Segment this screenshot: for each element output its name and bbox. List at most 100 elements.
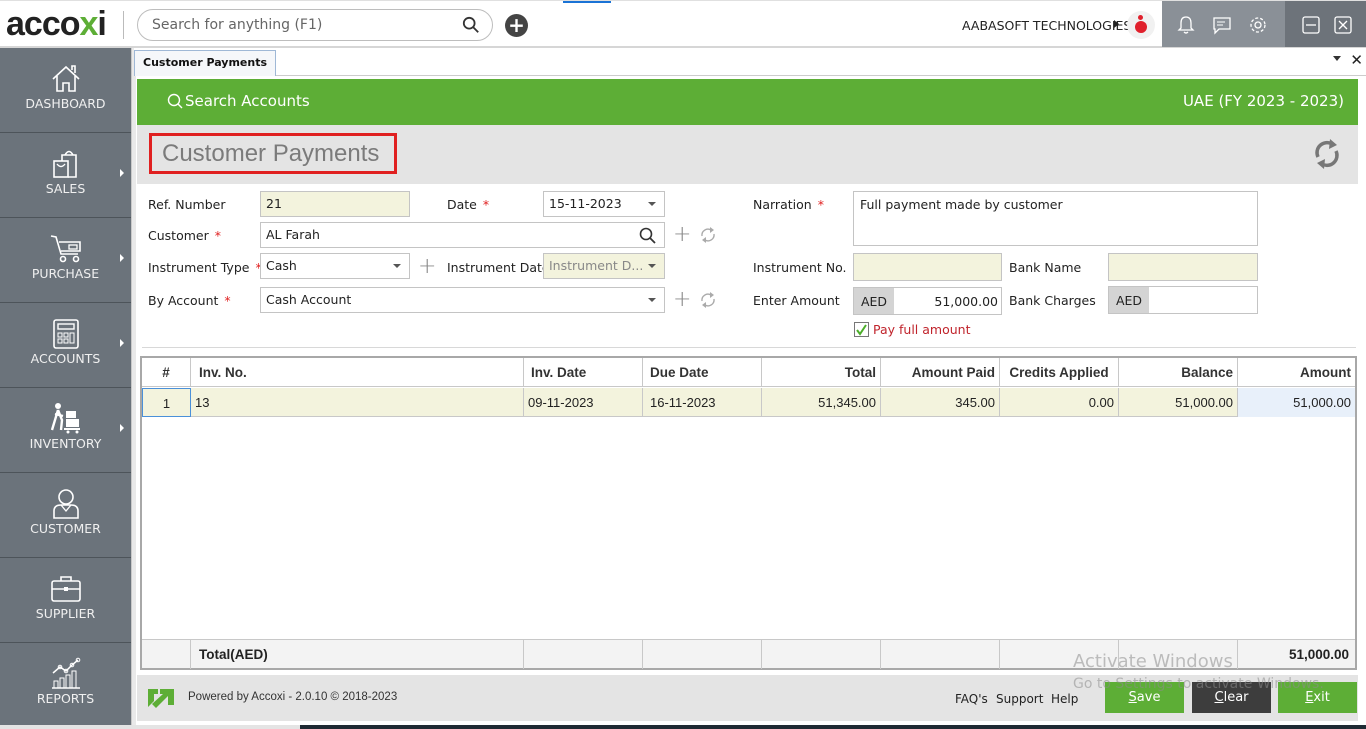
refresh-account-icon[interactable] xyxy=(699,291,717,309)
total-cell-empty xyxy=(524,640,643,669)
instrument-no-field[interactable] xyxy=(853,253,1002,281)
sidebar-item-supplier[interactable]: SUPPLIER xyxy=(0,558,131,643)
cell-inv-no[interactable]: 13 xyxy=(191,388,524,417)
sidebar: DASHBOARD SALES PURCHASE ACCOUNTS INVENT… xyxy=(0,48,131,729)
column-header-due-date[interactable]: Due Date xyxy=(643,358,762,387)
cell-inv-date[interactable]: 09-11-2023 xyxy=(524,388,643,417)
column-header-amount-paid[interactable]: Amount Paid xyxy=(881,358,1000,387)
cell-number[interactable]: 1 xyxy=(142,388,191,417)
page-title: Customer Payments xyxy=(162,140,380,167)
cell-total[interactable]: 51,345.00 xyxy=(762,388,881,417)
sidebar-item-accounts[interactable]: ACCOUNTS xyxy=(0,303,131,388)
add-instrument-type-icon[interactable]: + xyxy=(418,256,436,278)
column-header-balance[interactable]: Balance xyxy=(1119,358,1238,387)
caret-right-icon[interactable] xyxy=(1114,20,1119,28)
minimize-icon[interactable] xyxy=(1301,15,1321,35)
column-header-inv-no[interactable]: Inv. No. xyxy=(191,358,524,387)
refresh-customer-icon[interactable] xyxy=(699,226,717,244)
briefcase-icon xyxy=(51,576,81,602)
close-icon[interactable] xyxy=(1333,15,1353,35)
enter-amount-label: Enter Amount xyxy=(753,293,840,308)
cell-credits-applied[interactable]: 0.00 xyxy=(1000,388,1119,417)
gear-icon[interactable] xyxy=(1248,15,1268,35)
search-icon[interactable] xyxy=(639,227,656,244)
help-link[interactable]: Help xyxy=(1051,692,1078,706)
chevron-down-icon[interactable] xyxy=(648,264,656,268)
sidebar-item-sales[interactable]: SALES xyxy=(0,133,131,218)
chevron-down-icon[interactable] xyxy=(648,298,656,302)
enter-amount-field[interactable]: AED 51,000.00 xyxy=(853,287,1002,315)
column-header-total[interactable]: Total xyxy=(762,358,881,387)
submenu-arrow-icon xyxy=(120,424,124,432)
support-link[interactable]: Support xyxy=(996,692,1043,706)
required-mark: * xyxy=(482,197,490,212)
pay-full-amount-checkbox[interactable] xyxy=(854,322,869,337)
add-customer-icon[interactable]: + xyxy=(673,224,691,246)
pay-full-amount-label[interactable]: Pay full amount xyxy=(873,322,970,337)
title-band: Customer Payments xyxy=(137,125,1358,184)
instrument-type-label-text: Instrument Type xyxy=(148,260,250,275)
sidebar-label: SALES xyxy=(45,181,86,196)
total-cell-empty xyxy=(643,640,762,669)
ref-number-field[interactable]: 21 xyxy=(260,191,410,217)
cell-amount-paid[interactable]: 345.00 xyxy=(881,388,1000,417)
chevron-down-icon[interactable] xyxy=(393,264,401,268)
sidebar-item-dashboard[interactable]: DASHBOARD xyxy=(0,48,131,133)
cell-balance[interactable]: 51,000.00 xyxy=(1119,388,1238,417)
sidebar-item-customer[interactable]: CUSTOMER xyxy=(0,473,131,558)
invoice-grid: # Inv. No. Inv. Date Due Date Total Amou… xyxy=(140,356,1357,670)
company-name[interactable]: AABASOFT TECHNOLOGIES xyxy=(962,18,1131,33)
tab-dropdown-icon[interactable] xyxy=(1333,56,1341,61)
search-icon[interactable] xyxy=(462,16,480,34)
instrument-date-picker[interactable]: Instrument D... xyxy=(543,253,665,279)
activate-windows-watermark: Activate Windows xyxy=(1073,651,1233,672)
total-cell-empty xyxy=(762,640,881,669)
table-row[interactable]: 1 13 09-11-2023 16-11-2023 51,345.00 345… xyxy=(142,388,1355,417)
narration-label: Narration * xyxy=(753,197,824,212)
shopping-bag-icon xyxy=(53,150,77,178)
instrument-type-value: Cash xyxy=(266,258,297,273)
sidebar-item-purchase[interactable]: PURCHASE xyxy=(0,218,131,303)
faq-link[interactable]: FAQ's xyxy=(955,692,988,706)
by-account-select[interactable]: Cash Account xyxy=(260,287,665,313)
add-account-icon[interactable]: + xyxy=(673,289,691,311)
tab-close-icon[interactable]: ✕ xyxy=(1350,51,1363,69)
message-icon[interactable] xyxy=(1212,15,1232,35)
customer-field[interactable]: AL Farah xyxy=(260,222,665,248)
chevron-down-icon[interactable] xyxy=(648,202,656,206)
narration-textarea[interactable]: Full payment made by customer xyxy=(853,191,1258,246)
bank-charges-field[interactable]: AED xyxy=(1108,286,1258,314)
column-header-credits-applied[interactable]: Credits Applied xyxy=(1000,358,1119,387)
customer-value: AL Farah xyxy=(266,227,320,242)
bell-icon[interactable] xyxy=(1176,15,1196,35)
search-accounts-button[interactable]: Search Accounts xyxy=(167,92,310,110)
instrument-type-select[interactable]: Cash xyxy=(260,253,410,279)
tab-customer-payments[interactable]: Customer Payments xyxy=(134,50,277,76)
plus-circle-icon[interactable]: + xyxy=(505,14,528,37)
refresh-icon[interactable] xyxy=(1312,137,1342,171)
date-picker[interactable]: 15-11-2023 xyxy=(543,191,665,217)
accoxi-logo[interactable]: accoxi xyxy=(6,5,107,43)
sidebar-item-reports[interactable]: REPORTS xyxy=(0,643,131,728)
active-indicator xyxy=(563,1,611,3)
column-header-inv-date[interactable]: Inv. Date xyxy=(524,358,643,387)
required-mark: * xyxy=(817,197,824,212)
accoxi-footer-logo xyxy=(148,689,174,708)
currency-label: AED xyxy=(1109,287,1149,313)
form-divider xyxy=(142,347,1356,348)
sidebar-label: REPORTS xyxy=(36,691,95,706)
sidebar-item-inventory[interactable]: INVENTORY xyxy=(0,388,131,473)
company-logo[interactable] xyxy=(1127,11,1155,39)
search-icon xyxy=(167,93,183,109)
toolbar-icons xyxy=(1162,1,1285,47)
cell-due-date[interactable]: 16-11-2023 xyxy=(643,388,762,417)
global-search-input[interactable]: Search for anything (F1) xyxy=(137,9,493,41)
column-header-number[interactable]: # xyxy=(142,358,191,387)
page-title-highlight: Customer Payments xyxy=(149,133,397,174)
bank-name-field[interactable] xyxy=(1108,253,1258,281)
cart-icon xyxy=(50,235,81,263)
cell-amount[interactable]: 51,000.00 xyxy=(1238,388,1355,417)
home-icon xyxy=(52,65,80,92)
logo-text: acco xyxy=(6,5,80,43)
column-header-amount[interactable]: Amount xyxy=(1238,358,1355,387)
